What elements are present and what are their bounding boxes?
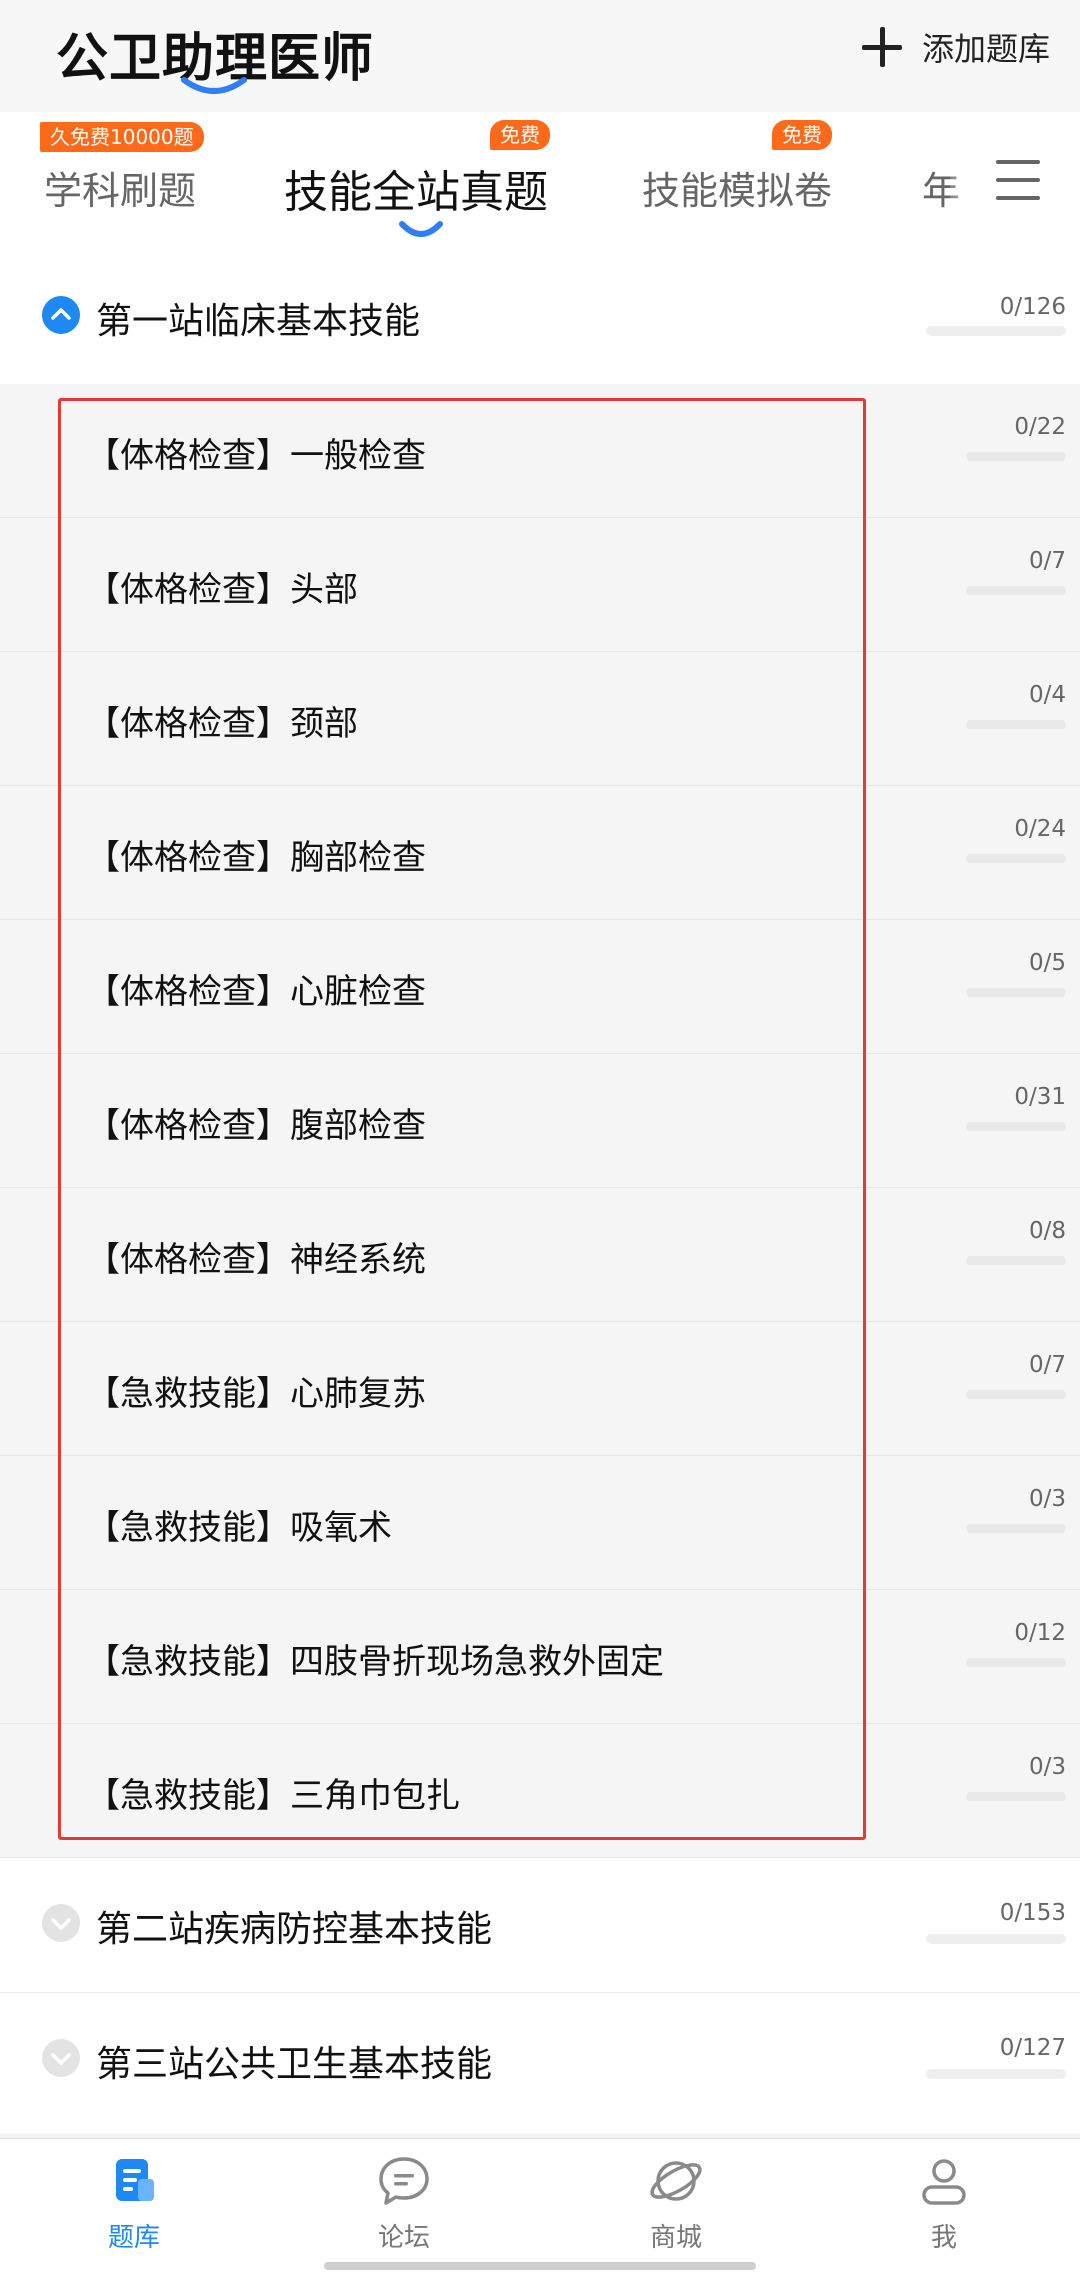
tab-subject-practice[interactable]: 学科刷题 bbox=[44, 160, 196, 215]
item-title: 【体格检查】胸部检查 bbox=[86, 838, 426, 878]
progress-bar bbox=[966, 452, 1066, 461]
nav-question-bank[interactable]: 题库 bbox=[64, 2151, 204, 2254]
list-item[interactable]: 【急救技能】四肢骨折现场急救外固定 0/12 bbox=[0, 1590, 1080, 1724]
forum-icon bbox=[379, 2157, 429, 2205]
item-title: 【急救技能】三角巾包扎 bbox=[86, 1776, 460, 1816]
menu-icon[interactable] bbox=[996, 160, 1040, 200]
chevron-up-icon[interactable] bbox=[42, 296, 80, 334]
item-title: 【急救技能】心肺复苏 bbox=[86, 1374, 426, 1414]
progress-text: 0/8 bbox=[1028, 1218, 1066, 1244]
list-item[interactable]: 【体格检查】神经系统 0/8 bbox=[0, 1188, 1080, 1322]
progress-bar bbox=[966, 1256, 1066, 1265]
progress-text: 0/24 bbox=[1014, 816, 1066, 842]
item-title: 【急救技能】四肢骨折现场急救外固定 bbox=[86, 1642, 664, 1682]
list-item[interactable]: 【体格检查】胸部检查 0/24 bbox=[0, 786, 1080, 920]
app-header: 公卫助理医师 添加题库 bbox=[0, 0, 1080, 112]
progress-text: 0/3 bbox=[1028, 1754, 1066, 1780]
progress-bar bbox=[966, 1390, 1066, 1399]
chevron-down-icon[interactable] bbox=[42, 1904, 80, 1942]
progress-bar bbox=[966, 1792, 1066, 1801]
section-title: 第一站临床基本技能 bbox=[96, 301, 421, 342]
add-question-bank-button[interactable]: 添加题库 bbox=[860, 22, 1050, 72]
progress-bar bbox=[966, 720, 1066, 729]
item-title: 【体格检查】颈部 bbox=[86, 704, 358, 744]
title-smile-icon bbox=[181, 77, 247, 94]
progress-text: 0/153 bbox=[999, 1900, 1066, 1926]
progress-text: 0/12 bbox=[1014, 1620, 1066, 1646]
active-tab-indicator bbox=[399, 221, 443, 237]
item-title: 【体格检查】一般检查 bbox=[86, 436, 426, 476]
nav-label: 题库 bbox=[107, 2223, 160, 2253]
chevron-down-icon[interactable] bbox=[42, 2039, 80, 2077]
tab-label: 技能模拟卷 bbox=[642, 169, 833, 213]
item-title: 【体格检查】心脏检查 bbox=[86, 972, 426, 1012]
section-station-3[interactable]: 第三站公共卫生基本技能 0/127 bbox=[0, 1993, 1080, 2133]
list-item[interactable]: 【体格检查】头部 0/7 bbox=[0, 518, 1080, 652]
profile-icon bbox=[922, 2159, 966, 2205]
progress-text: 0/3 bbox=[1028, 1486, 1066, 1512]
section-title: 第三站公共卫生基本技能 bbox=[96, 2044, 493, 2085]
tab-badge: 久免费10000题 bbox=[40, 122, 204, 152]
nav-label: 论坛 bbox=[377, 2223, 430, 2253]
list-item[interactable]: 【体格检查】腹部检查 0/31 bbox=[0, 1054, 1080, 1188]
tab-skill-mock-exam[interactable]: 技能模拟卷 bbox=[642, 160, 832, 215]
progress-text: 0/4 bbox=[1028, 682, 1066, 708]
progress-bar bbox=[926, 1934, 1066, 1944]
nav-mall[interactable]: 商城 bbox=[606, 2151, 746, 2254]
mall-icon bbox=[650, 2161, 702, 2201]
item-title: 【体格检查】头部 bbox=[86, 570, 358, 610]
tab-skill-full-exam[interactable]: 技能全站真题 bbox=[284, 156, 548, 220]
progress-text: 0/127 bbox=[999, 2035, 1066, 2061]
list-item[interactable]: 【急救技能】三角巾包扎 0/3 bbox=[0, 1724, 1080, 1858]
item-title: 【体格检查】腹部检查 bbox=[86, 1106, 426, 1146]
bottom-navigation: 题库 论坛 商城 我 bbox=[0, 2138, 1080, 2279]
progress-bar bbox=[966, 1658, 1066, 1667]
progress-text: 0/22 bbox=[1014, 414, 1066, 440]
progress-bar bbox=[966, 988, 1066, 997]
progress-bar bbox=[966, 586, 1066, 595]
tab-badge: 免费 bbox=[490, 120, 550, 150]
nav-label: 我 bbox=[930, 2223, 957, 2253]
progress-bar bbox=[926, 2069, 1066, 2079]
nav-profile[interactable]: 我 bbox=[874, 2151, 1014, 2254]
list-item[interactable]: 【体格检查】心脏检查 0/5 bbox=[0, 920, 1080, 1054]
progress-text: 0/7 bbox=[1028, 548, 1066, 574]
progress-text: 0/31 bbox=[1014, 1084, 1066, 1110]
home-indicator bbox=[324, 2262, 756, 2270]
tab-label: 技能全站真题 bbox=[284, 167, 548, 218]
tab-label: 学科刷题 bbox=[44, 169, 197, 213]
section-station-1[interactable]: 第一站临床基本技能 0/126 bbox=[0, 252, 1080, 386]
progress-bar bbox=[966, 1122, 1066, 1131]
list-item[interactable]: 【体格检查】颈部 0/4 bbox=[0, 652, 1080, 786]
nav-label: 商城 bbox=[649, 2223, 702, 2253]
progress-text: 0/7 bbox=[1028, 1352, 1066, 1378]
question-bank-icon bbox=[116, 2159, 154, 2201]
progress-bar bbox=[966, 854, 1066, 863]
category-tabs: 学科刷题 久免费10000题 技能全站真题 免费 技能模拟卷 免费 年 bbox=[0, 112, 1080, 252]
progress-text: 0/5 bbox=[1028, 950, 1066, 976]
list-item[interactable]: 【体格检查】一般检查 0/22 bbox=[0, 384, 1080, 518]
list-item[interactable]: 【急救技能】吸氧术 0/3 bbox=[0, 1456, 1080, 1590]
item-title: 【急救技能】吸氧术 bbox=[86, 1508, 392, 1548]
tab-badge: 免费 bbox=[772, 120, 832, 150]
add-question-bank-label: 添加题库 bbox=[921, 30, 1050, 68]
progress-text: 0/126 bbox=[999, 294, 1066, 320]
item-title: 【体格检查】神经系统 bbox=[86, 1240, 426, 1280]
progress-bar bbox=[926, 326, 1066, 336]
nav-forum[interactable]: 论坛 bbox=[334, 2151, 474, 2254]
list-item[interactable]: 【急救技能】心肺复苏 0/7 bbox=[0, 1322, 1080, 1456]
progress-bar bbox=[966, 1524, 1066, 1533]
section-station-2[interactable]: 第二站疾病防控基本技能 0/153 bbox=[0, 1858, 1080, 1992]
section-title: 第二站疾病防控基本技能 bbox=[96, 1909, 493, 1950]
plus-icon bbox=[860, 25, 904, 69]
